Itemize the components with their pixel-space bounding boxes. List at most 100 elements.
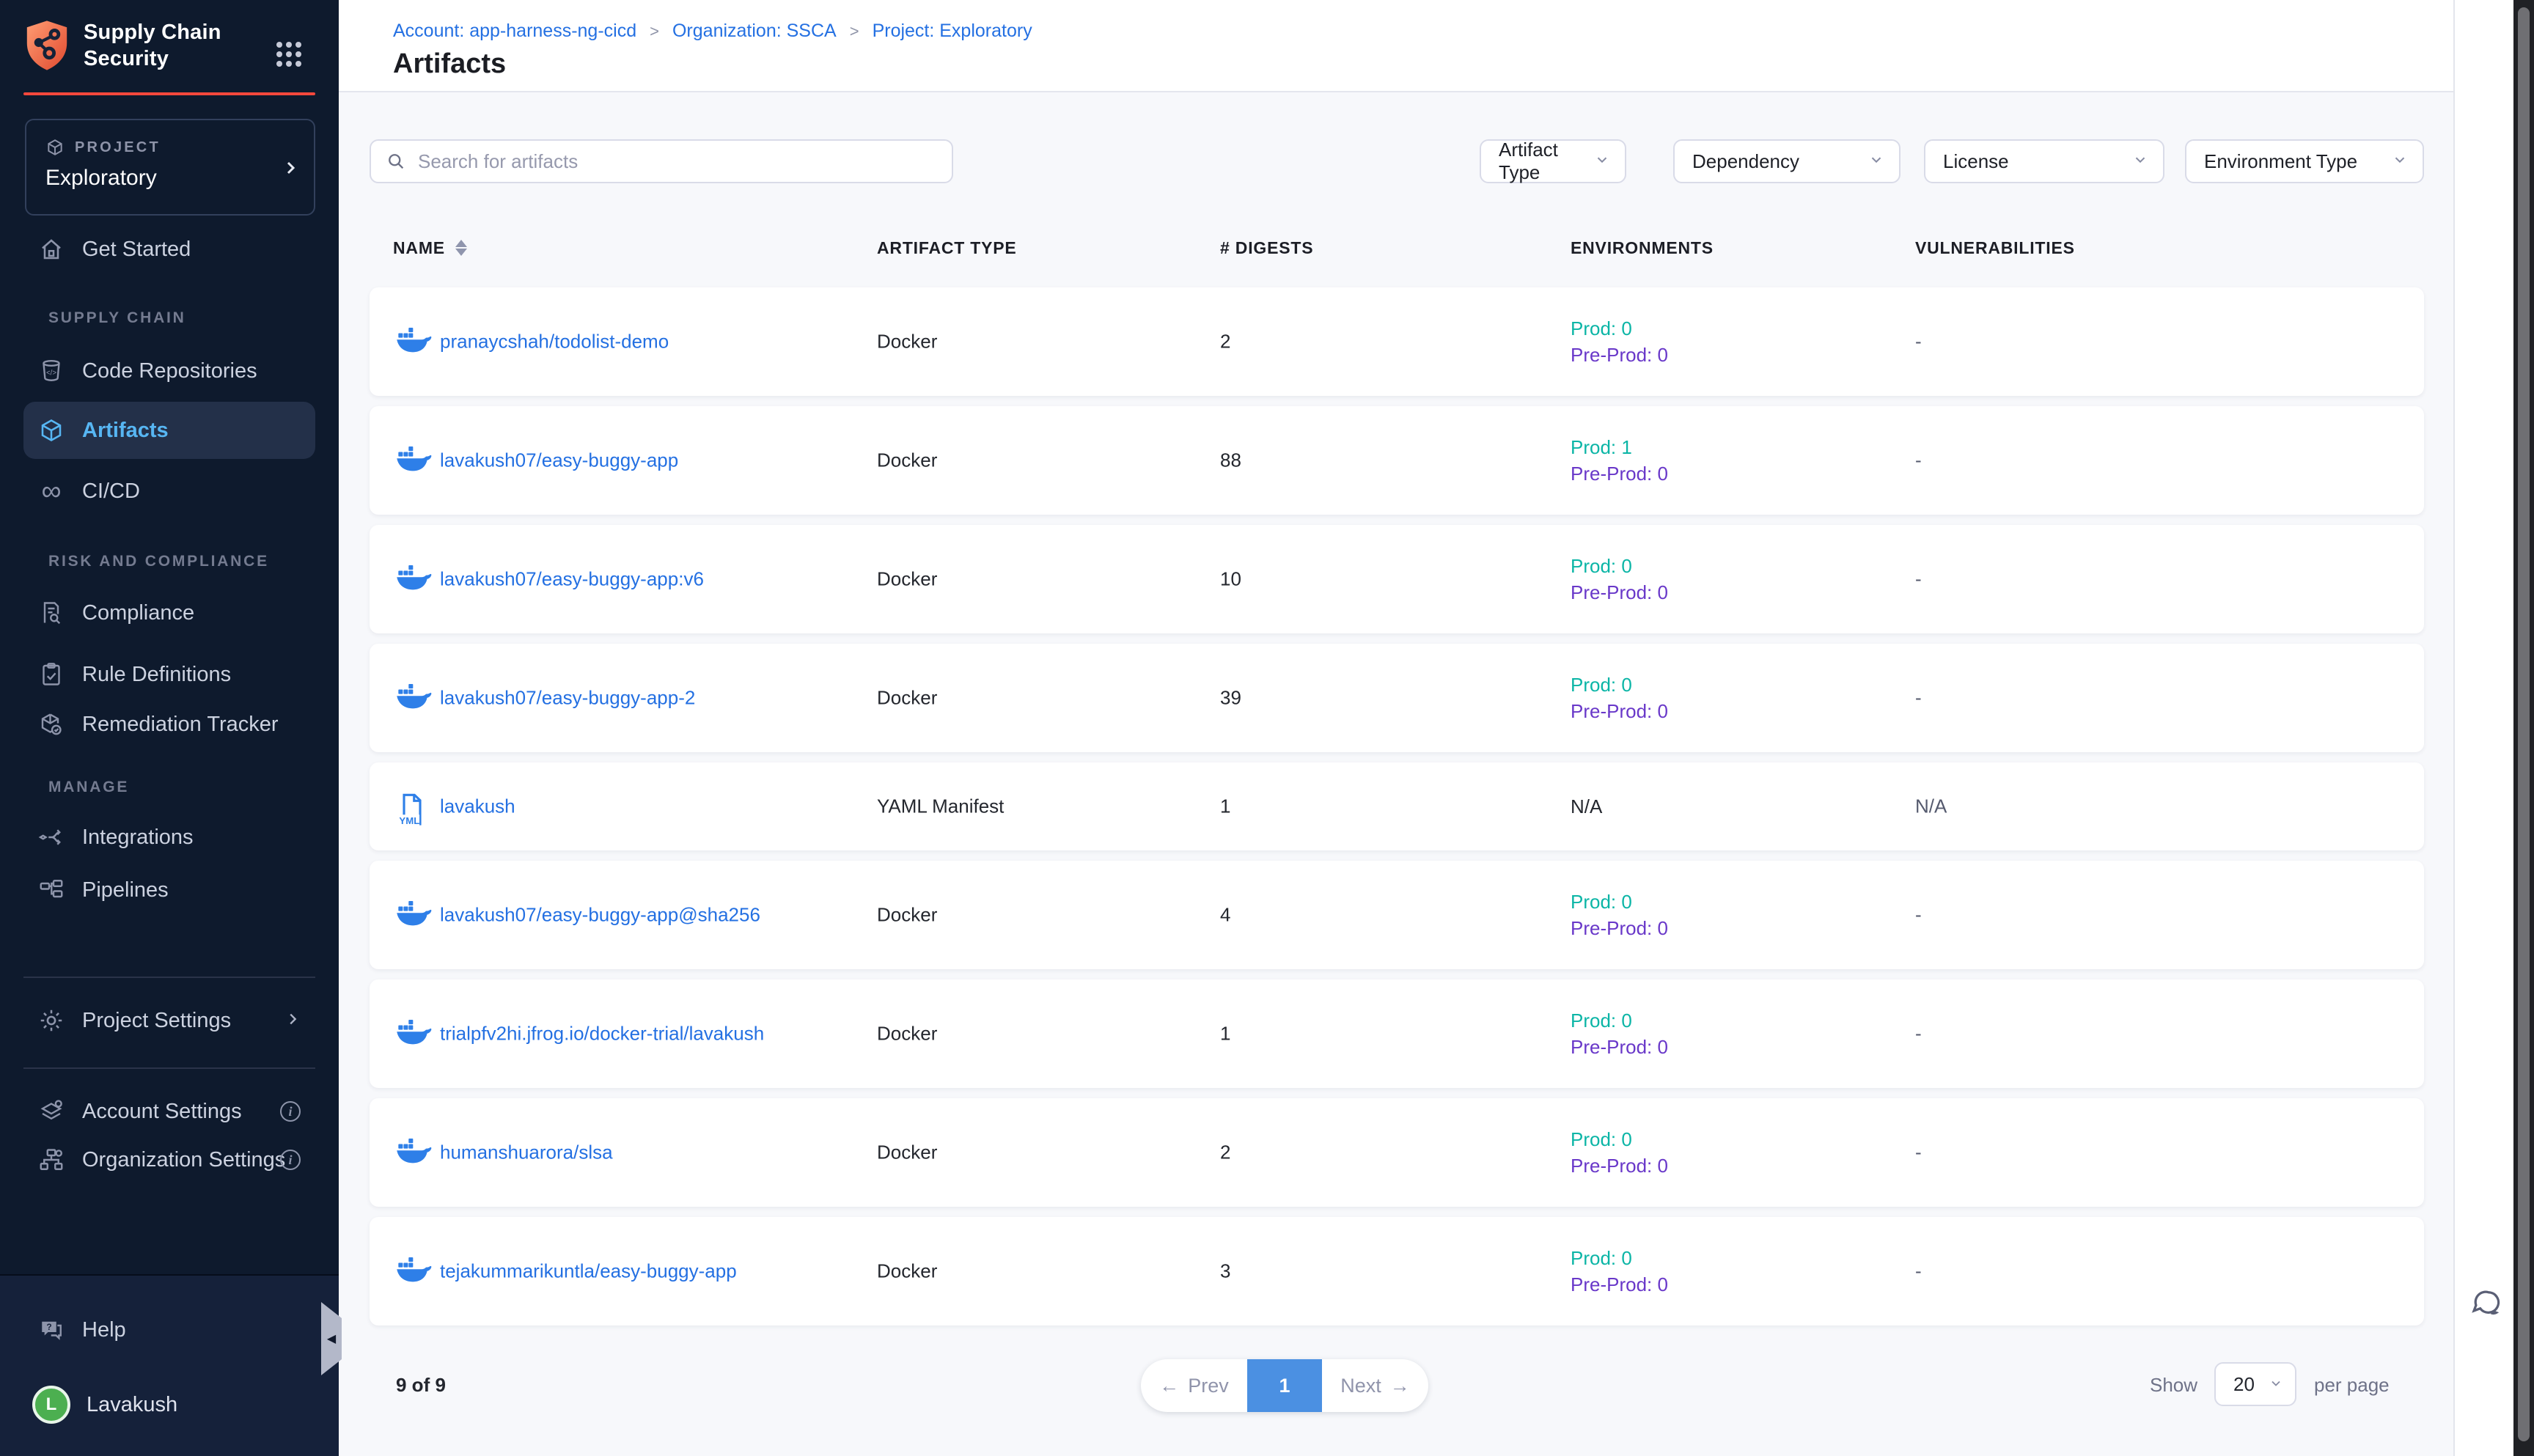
sidebar-item-cicd[interactable]: ∞ CI/CD bbox=[23, 462, 315, 521]
project-selector[interactable]: PROJECT Exploratory bbox=[25, 119, 315, 216]
svg-text:?: ? bbox=[46, 1322, 51, 1332]
table-row[interactable]: YML lavakush YAML Manifest 1 N/A N/A bbox=[370, 762, 2424, 850]
chevron-down-icon bbox=[2269, 1373, 2283, 1396]
preprod-env-link[interactable]: Pre-Prod: 0 bbox=[1571, 915, 1668, 941]
next-page-button[interactable]: Next → bbox=[1322, 1359, 1428, 1412]
sort-icon[interactable] bbox=[455, 240, 467, 256]
breadcrumb-account-link[interactable]: Account: app-harness-ng-cicd bbox=[393, 21, 636, 42]
prod-env-link[interactable]: Prod: 0 bbox=[1571, 553, 1668, 579]
chevron-down-icon bbox=[1868, 150, 1884, 173]
search-icon bbox=[386, 151, 406, 172]
supply-chain-security-logo-icon bbox=[23, 16, 70, 75]
artifact-name-link[interactable]: lavakush bbox=[440, 795, 515, 818]
table-row[interactable]: humanshuarora/slsa Docker 2 Prod: 0 Pre-… bbox=[370, 1098, 2424, 1207]
info-icon[interactable]: i bbox=[280, 1101, 301, 1122]
preprod-env-link[interactable]: Pre-Prod: 0 bbox=[1571, 460, 1668, 487]
docker-icon bbox=[396, 1256, 433, 1287]
sidebar-item-compliance[interactable]: Compliance bbox=[23, 584, 315, 642]
info-icon[interactable]: i bbox=[280, 1150, 301, 1170]
prod-env-link[interactable]: Prod: 0 bbox=[1571, 672, 1668, 698]
prod-env-link[interactable]: Prod: 0 bbox=[1571, 1245, 1668, 1271]
pagination: ← Prev 1 Next → bbox=[1141, 1359, 1428, 1412]
artifact-name-link[interactable]: tejakummarikuntla/easy-buggy-app bbox=[440, 1260, 737, 1283]
sidebar-footer: ? Help L Lavakush bbox=[0, 1274, 339, 1456]
user-menu[interactable]: L Lavakush bbox=[23, 1375, 315, 1434]
artifact-type-cell: Docker bbox=[877, 1023, 937, 1045]
org-hierarchy-gear-icon bbox=[37, 1147, 66, 1173]
clipboard-check-icon bbox=[37, 661, 66, 688]
preprod-env-link[interactable]: Pre-Prod: 0 bbox=[1571, 698, 1668, 724]
artifact-name-link[interactable]: humanshuarora/slsa bbox=[440, 1141, 613, 1164]
sidebar-item-remediation-tracker[interactable]: Remediation Tracker bbox=[23, 695, 315, 754]
filter-artifact-type[interactable]: Artifact Type bbox=[1480, 139, 1626, 183]
sidebar-item-organization-settings[interactable]: Organization Settings i bbox=[23, 1130, 315, 1189]
breadcrumb: Account: app-harness-ng-cicd > Organizat… bbox=[393, 21, 1032, 42]
sidebar-item-get-started[interactable]: Get Started bbox=[23, 220, 315, 279]
yaml-file-icon: YML bbox=[396, 791, 433, 822]
column-header-name[interactable]: NAME bbox=[393, 238, 467, 258]
vulnerabilities-cell: - bbox=[1915, 568, 1922, 591]
sidebar-item-help[interactable]: ? Help bbox=[23, 1301, 315, 1359]
scrollbar-thumb[interactable] bbox=[2518, 7, 2530, 1441]
sidebar-item-integrations[interactable]: Integrations bbox=[23, 808, 315, 867]
sidebar-item-code-repositories[interactable]: </> Code Repositories bbox=[23, 342, 315, 400]
sidebar-item-pipelines[interactable]: Pipelines bbox=[23, 861, 315, 919]
prev-page-button[interactable]: ← Prev bbox=[1141, 1359, 1247, 1412]
chevron-right-icon bbox=[284, 1009, 301, 1033]
page-1-button[interactable]: 1 bbox=[1247, 1359, 1322, 1412]
preprod-env-link[interactable]: Pre-Prod: 0 bbox=[1571, 1271, 1668, 1298]
search-input[interactable] bbox=[418, 150, 917, 173]
prod-env-link[interactable]: Prod: 0 bbox=[1571, 315, 1668, 342]
table-row[interactable]: lavakush07/easy-buggy-app-2 Docker 39 Pr… bbox=[370, 644, 2424, 752]
table-row[interactable]: lavakush07/easy-buggy-app:v6 Docker 10 P… bbox=[370, 525, 2424, 633]
prod-env-link[interactable]: Prod: 1 bbox=[1571, 434, 1668, 460]
filter-environment-type[interactable]: Environment Type bbox=[2185, 139, 2424, 183]
table-row[interactable]: lavakush07/easy-buggy-app Docker 88 Prod… bbox=[370, 406, 2424, 515]
code-repository-icon: </> bbox=[37, 358, 66, 384]
column-header-environments: ENVIRONMENTS bbox=[1571, 238, 1714, 258]
table-row[interactable]: trialpfv2hi.jfrog.io/docker-trial/lavaku… bbox=[370, 979, 2424, 1088]
preprod-env-link[interactable]: Pre-Prod: 0 bbox=[1571, 1034, 1668, 1060]
artifact-name-link[interactable]: lavakush07/easy-buggy-app bbox=[440, 449, 678, 472]
table-row[interactable]: pranaycshah/todolist-demo Docker 2 Prod:… bbox=[370, 287, 2424, 396]
gear-icon bbox=[37, 1007, 66, 1034]
preprod-env-link[interactable]: Pre-Prod: 0 bbox=[1571, 579, 1668, 606]
breadcrumb-project-link[interactable]: Project: Exploratory bbox=[873, 21, 1032, 42]
prod-env-link[interactable]: Prod: 0 bbox=[1571, 889, 1668, 915]
digests-cell: 88 bbox=[1220, 449, 1241, 472]
section-header-risk-compliance: RISK AND COMPLIANCE bbox=[48, 553, 269, 570]
docker-icon bbox=[396, 326, 433, 357]
page-scrollbar[interactable] bbox=[2513, 0, 2534, 1456]
prod-env-link[interactable]: Prod: 0 bbox=[1571, 1126, 1668, 1152]
app-switcher-grid-icon[interactable] bbox=[276, 41, 302, 67]
artifact-name-link[interactable]: trialpfv2hi.jfrog.io/docker-trial/lavaku… bbox=[440, 1023, 764, 1045]
preprod-env-link[interactable]: Pre-Prod: 0 bbox=[1571, 1152, 1668, 1179]
environments-cell: Prod: 0 Pre-Prod: 0 bbox=[1571, 1126, 1668, 1179]
vulnerabilities-cell: - bbox=[1915, 1141, 1922, 1164]
cube-icon bbox=[45, 138, 65, 157]
artifact-type-cell: Docker bbox=[877, 904, 937, 927]
vulnerabilities-cell: - bbox=[1915, 449, 1922, 472]
sidebar: Supply ChainSecurity PROJECT Exploratory… bbox=[0, 0, 339, 1456]
table-row[interactable]: tejakummarikuntla/easy-buggy-app Docker … bbox=[370, 1217, 2424, 1326]
svg-text:</>: </> bbox=[46, 369, 56, 377]
sidebar-item-artifacts[interactable]: Artifacts bbox=[23, 402, 315, 459]
page-size-select[interactable]: 20 bbox=[2214, 1362, 2296, 1406]
vulnerabilities-cell: - bbox=[1915, 331, 1922, 353]
prod-env-link[interactable]: Prod: 0 bbox=[1571, 1007, 1668, 1034]
table-row[interactable]: lavakush07/easy-buggy-app@sha256 Docker … bbox=[370, 861, 2424, 969]
chat-support-icon[interactable] bbox=[2468, 1287, 2502, 1327]
artifact-type-cell: Docker bbox=[877, 449, 937, 472]
search-box[interactable] bbox=[370, 139, 953, 183]
help-chat-icon: ? bbox=[37, 1317, 66, 1343]
preprod-env-link[interactable]: Pre-Prod: 0 bbox=[1571, 342, 1668, 368]
filter-license[interactable]: License bbox=[1924, 139, 2164, 183]
artifact-name-link[interactable]: lavakush07/easy-buggy-app@sha256 bbox=[440, 904, 760, 927]
breadcrumb-organization-link[interactable]: Organization: SSCA bbox=[672, 21, 837, 42]
integrations-icon bbox=[37, 824, 66, 850]
artifact-name-link[interactable]: lavakush07/easy-buggy-app:v6 bbox=[440, 568, 704, 591]
artifact-name-link[interactable]: pranaycshah/todolist-demo bbox=[440, 331, 669, 353]
artifact-name-link[interactable]: lavakush07/easy-buggy-app-2 bbox=[440, 687, 695, 710]
filter-dependency[interactable]: Dependency bbox=[1673, 139, 1900, 183]
sidebar-item-project-settings[interactable]: Project Settings bbox=[23, 991, 315, 1050]
